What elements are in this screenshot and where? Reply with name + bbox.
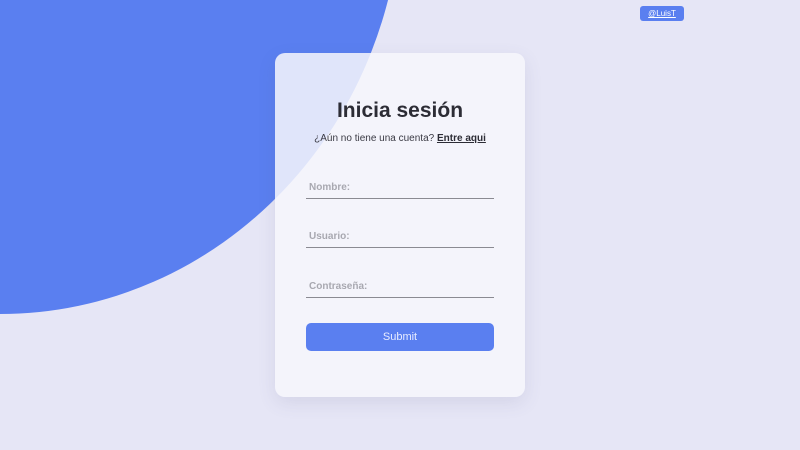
page: @LuisT Inicia sesión ¿Aún no tiene una c… bbox=[0, 0, 800, 450]
password-field[interactable] bbox=[306, 276, 494, 298]
login-card: Inicia sesión ¿Aún no tiene una cuenta? … bbox=[275, 53, 525, 397]
signup-prompt: ¿Aún no tiene una cuenta? Entre aqui bbox=[275, 132, 525, 146]
submit-button[interactable]: Submit bbox=[306, 323, 494, 351]
signup-prompt-text: ¿Aún no tiene una cuenta? bbox=[314, 133, 437, 144]
signup-link[interactable]: Entre aqui bbox=[437, 133, 486, 144]
name-field[interactable] bbox=[306, 177, 494, 199]
author-link[interactable]: @LuisT bbox=[640, 6, 684, 21]
username-field[interactable] bbox=[306, 226, 494, 248]
page-title: Inicia sesión bbox=[336, 99, 464, 122]
